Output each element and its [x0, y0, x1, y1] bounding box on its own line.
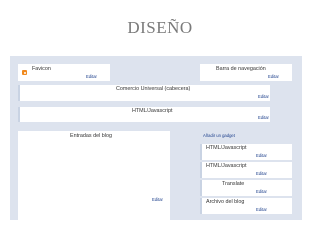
navbar-gadget[interactable]: Barra de navegación Editar — [200, 64, 292, 81]
header-edit-link[interactable]: Editar — [258, 94, 269, 99]
sidebar-gadget[interactable]: HTML/Javascript Editar — [200, 144, 292, 160]
panel-edge — [200, 180, 202, 196]
blog-posts-gadget[interactable]: Entradas del blog Editar — [18, 131, 170, 220]
sidebar-gadget-edit-link[interactable]: Editar — [256, 153, 267, 158]
blog-posts-label: Entradas del blog — [70, 133, 112, 139]
sidebar-gadget[interactable]: HTML/Javascript Editar — [200, 162, 292, 178]
favicon-gadget[interactable]: Favicon Editar — [18, 64, 110, 81]
panel-edge — [18, 107, 20, 122]
panel-edge — [200, 198, 202, 214]
layout-editor: Favicon Editar Barra de navegación Edita… — [10, 56, 302, 220]
header-label: Comercio Universal (cabecera) — [116, 86, 191, 92]
navbar-label: Barra de navegación — [216, 66, 266, 72]
sidebar-gadget[interactable]: Archivo del blog Editar — [200, 198, 292, 214]
html-gadget-label: HTML/Javascript — [132, 108, 173, 114]
sidebar-gadget-edit-link[interactable]: Editar — [256, 189, 267, 194]
favicon-edit-link[interactable]: Editar — [86, 74, 97, 79]
sidebar-gadget-label: HTML/Javascript — [206, 163, 247, 169]
panel-edge — [18, 85, 20, 101]
html-gadget-main[interactable]: HTML/Javascript Editar — [18, 107, 270, 122]
panel-edge — [200, 144, 202, 160]
panel-edge — [200, 162, 202, 178]
sidebar-gadget-label: Translate — [222, 181, 245, 187]
add-gadget-link[interactable]: Añadir un gadget — [203, 133, 235, 138]
sidebar-gadget-edit-link[interactable]: Editar — [256, 171, 267, 176]
html-gadget-edit-link[interactable]: Editar — [258, 115, 269, 120]
favicon-label: Favicon — [32, 66, 51, 72]
blog-posts-edit-link[interactable]: Editar — [152, 197, 163, 202]
sidebar-gadget-edit-link[interactable]: Editar — [256, 207, 267, 212]
sidebar-gadget-label: HTML/Javascript — [206, 145, 247, 151]
navbar-edit-link[interactable]: Editar — [268, 74, 279, 79]
slide-title: DISEÑO — [127, 18, 193, 37]
header-gadget[interactable]: Comercio Universal (cabecera) Editar — [18, 85, 270, 101]
sidebar-gadget-label: Archivo del blog — [206, 199, 245, 205]
favicon-icon — [22, 70, 27, 75]
sidebar-gadget[interactable]: Translate Editar — [200, 180, 292, 196]
